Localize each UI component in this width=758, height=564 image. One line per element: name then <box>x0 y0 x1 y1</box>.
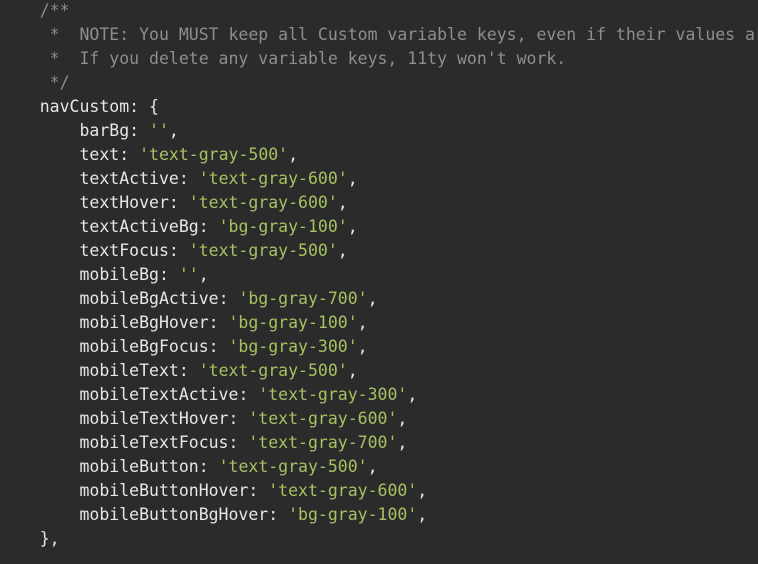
property-line: text: 'text-gray-500', <box>79 145 299 164</box>
property-key: mobileButtonBgHover <box>79 505 269 524</box>
code-editor[interactable]: /** * NOTE: You MUST keep all Custom var… <box>0 0 758 564</box>
property-key: textActiveBg <box>79 217 199 236</box>
property-key: mobileTextHover <box>79 409 229 428</box>
property-value: 'text-gray-500' <box>198 361 348 380</box>
code-line: */ <box>0 71 758 95</box>
property-key: mobileBgActive <box>79 289 219 308</box>
property-line: mobileBgFocus: 'bg-gray-300', <box>79 337 368 356</box>
code-line: /** <box>0 0 758 23</box>
property-key: mobileBgFocus <box>79 337 209 356</box>
property-value: '' <box>149 121 169 140</box>
property-line: mobileText: 'text-gray-500', <box>79 361 358 380</box>
property-key: mobileBg <box>79 265 159 284</box>
property-key: mobileBgHover <box>79 313 209 332</box>
property-key: textHover <box>79 193 169 212</box>
property-key: mobileButtonHover <box>79 481 249 500</box>
property-value: 'text-gray-600' <box>248 409 398 428</box>
code-line: * NOTE: You MUST keep all Custom variabl… <box>0 23 758 47</box>
property-line: mobileButton: 'text-gray-500', <box>79 457 378 476</box>
comment-close: */ <box>39 73 70 92</box>
property-key: text <box>79 145 120 164</box>
property-value: 'text-gray-500' <box>218 457 368 476</box>
property-value: 'bg-gray-100' <box>288 505 418 524</box>
property-line: mobileButtonBgHover: 'bg-gray-100', <box>79 505 428 524</box>
property-line: textFocus: 'text-gray-500', <box>79 241 348 260</box>
property-value: '' <box>178 265 199 284</box>
code-line: navCustom: { <box>0 95 758 119</box>
object-open-brace: : { <box>129 97 159 116</box>
object-close-brace: }, <box>39 529 60 548</box>
property-line: mobileBgHover: 'bg-gray-100', <box>79 313 368 332</box>
property-line: textHover: 'text-gray-600', <box>79 193 348 212</box>
property-line: textActiveBg: 'bg-gray-100', <box>79 217 358 236</box>
property-value: 'bg-gray-300' <box>228 337 358 356</box>
property-line: mobileBg: '', <box>79 265 209 284</box>
property-value: 'text-gray-500' <box>188 241 338 260</box>
property-key: textActive <box>79 169 179 188</box>
property-line: mobileBgActive: 'bg-gray-700', <box>79 289 378 308</box>
code-line: * If you delete any variable keys, 11ty … <box>0 47 758 71</box>
property-value: 'text-gray-500' <box>139 145 289 164</box>
property-value: 'bg-gray-700' <box>238 289 368 308</box>
property-value: 'bg-gray-100' <box>218 217 348 236</box>
property-value: 'bg-gray-100' <box>228 313 358 332</box>
object-entries: barBg: '', text: 'text-gray-500', textAc… <box>0 119 758 527</box>
comment-line-note: * NOTE: You MUST keep all Custom variabl… <box>39 25 758 44</box>
property-key: mobileButton <box>79 457 199 476</box>
property-value: 'text-gray-300' <box>258 385 408 404</box>
property-line: textActive: 'text-gray-600', <box>79 169 358 188</box>
property-line: mobileTextFocus: 'text-gray-700', <box>79 433 408 452</box>
property-value: 'text-gray-600' <box>268 481 418 500</box>
comment-line-warning: * If you delete any variable keys, 11ty … <box>39 49 567 68</box>
property-line: barBg: '', <box>79 121 179 140</box>
property-key: mobileText <box>79 361 179 380</box>
property-line: mobileTextActive: 'text-gray-300', <box>79 385 418 404</box>
comment-open: /** <box>39 1 70 20</box>
property-value: 'text-gray-600' <box>188 193 338 212</box>
property-value: 'text-gray-600' <box>198 169 348 188</box>
object-name: navCustom <box>39 97 130 116</box>
property-key: barBg <box>79 121 130 140</box>
property-line: mobileButtonHover: 'text-gray-600', <box>79 481 428 500</box>
property-key: textFocus <box>79 241 169 260</box>
property-key: mobileTextActive <box>79 385 239 404</box>
property-line: mobileTextHover: 'text-gray-600', <box>79 409 408 428</box>
property-key: mobileTextFocus <box>79 433 229 452</box>
code-block: /** * NOTE: You MUST keep all Custom var… <box>0 0 758 551</box>
property-value: 'text-gray-700' <box>248 433 398 452</box>
code-line: }, <box>0 527 758 551</box>
